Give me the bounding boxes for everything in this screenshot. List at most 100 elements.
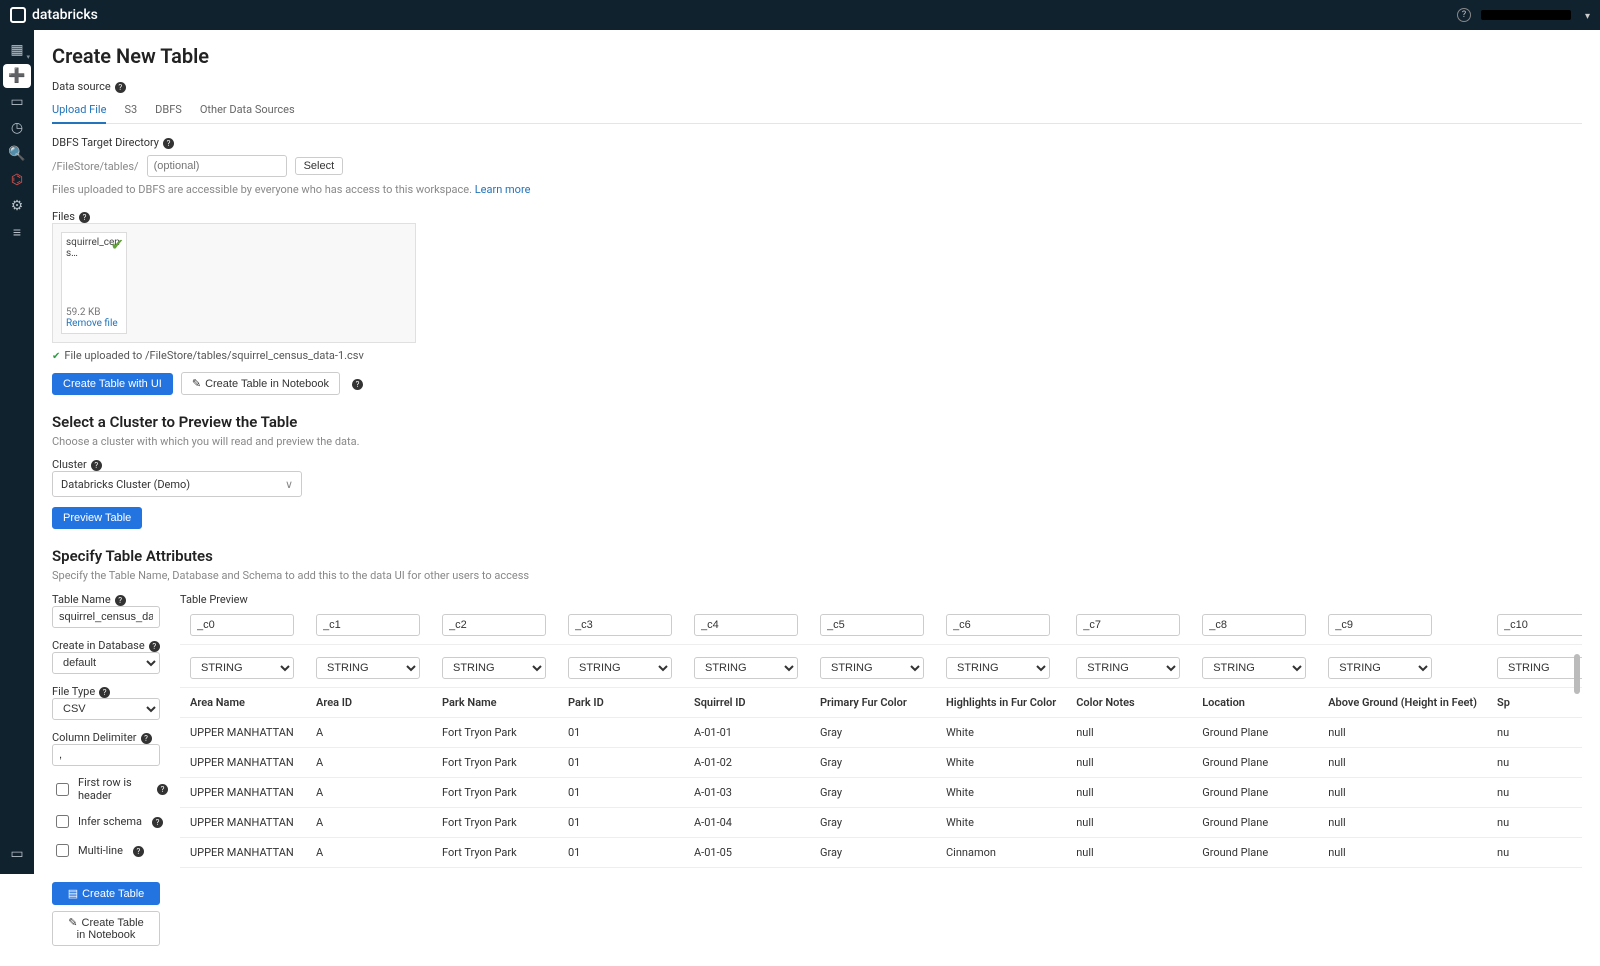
col-id-input[interactable] <box>1497 614 1582 636</box>
rail-item-2[interactable]: ▭ <box>3 90 31 114</box>
table-header: Sp <box>1487 688 1582 718</box>
table-cell: null <box>1318 838 1487 868</box>
tab-dbfs[interactable]: DBFS <box>155 99 182 123</box>
col-id-input[interactable] <box>820 614 924 636</box>
col-type-select[interactable]: STRING <box>946 657 1050 679</box>
table-cell: A <box>306 718 432 748</box>
table-cell: A <box>306 778 432 808</box>
vertical-scrollbar[interactable] <box>1574 654 1580 694</box>
table-cell: A-01-02 <box>684 748 810 778</box>
col-id-input[interactable] <box>442 614 546 636</box>
rail-item-search[interactable]: 🔍 <box>3 142 31 166</box>
help-icon[interactable] <box>87 458 102 471</box>
rail-item-0[interactable]: ▦ <box>3 38 31 62</box>
rail-item-data[interactable]: ⌬ <box>3 168 31 192</box>
table-header: Park Name <box>432 688 558 718</box>
col-type-select[interactable]: STRING <box>1076 657 1180 679</box>
rail-item-bottom[interactable]: ▭ <box>3 842 31 866</box>
tab-s3[interactable]: S3 <box>124 99 137 123</box>
table-cell: UPPER MANHATTAN <box>180 808 306 838</box>
table-row: UPPER MANHATTANAFort Tryon Park01A-01-05… <box>180 838 1582 868</box>
help-icon[interactable]: ? <box>1457 8 1471 22</box>
help-icon[interactable] <box>75 210 90 223</box>
user-menu[interactable] <box>1481 10 1571 20</box>
col-type-select[interactable]: STRING <box>568 657 672 679</box>
col-type-select[interactable]: STRING <box>316 657 420 679</box>
help-icon[interactable] <box>137 731 152 744</box>
db-select[interactable]: default <box>52 652 160 674</box>
table-cell: Gray <box>810 838 936 868</box>
file-type-select[interactable]: CSV <box>52 698 160 720</box>
tab-other[interactable]: Other Data Sources <box>200 99 295 123</box>
col-id-input[interactable] <box>946 614 1050 636</box>
table-cell: Ground Plane <box>1192 838 1318 868</box>
brand[interactable]: databricks <box>10 7 98 23</box>
data-source-tabs: Upload File S3 DBFS Other Data Sources <box>52 99 1582 124</box>
rail-item-compute[interactable]: ⚙ <box>3 194 31 218</box>
table-header: Area Name <box>180 688 306 718</box>
help-icon[interactable] <box>348 377 363 391</box>
cluster-select[interactable]: Databricks Cluster (Demo) <box>52 471 302 497</box>
dbfs-select-button[interactable]: Select <box>295 157 344 175</box>
help-icon[interactable] <box>148 815 163 828</box>
col-type-select[interactable]: STRING <box>190 657 294 679</box>
upload-status: File uploaded to /FileStore/tables/squir… <box>52 349 1582 362</box>
col-id-input[interactable] <box>1328 614 1432 636</box>
table-cell: White <box>936 718 1066 748</box>
help-icon[interactable] <box>95 685 110 698</box>
create-table-notebook-button-2[interactable]: Create Table in Notebook <box>52 911 160 946</box>
help-icon[interactable] <box>159 136 174 149</box>
help-icon[interactable] <box>111 593 126 606</box>
help-icon[interactable] <box>111 80 126 93</box>
col-type-select[interactable]: STRING <box>1328 657 1432 679</box>
table-cell: nu <box>1487 808 1582 838</box>
table-cell: null <box>1066 748 1192 778</box>
table-name-input[interactable] <box>52 606 160 628</box>
remove-file-link[interactable]: Remove file <box>66 318 122 329</box>
dbfs-target-input[interactable] <box>147 155 287 177</box>
col-id-input[interactable] <box>316 614 420 636</box>
help-icon[interactable] <box>129 844 144 857</box>
cluster-value: Databricks Cluster (Demo) <box>61 478 190 491</box>
dbfs-prefix: /FileStore/tables/ <box>52 160 139 173</box>
table-header: Primary Fur Color <box>810 688 936 718</box>
multi-line-checkbox[interactable] <box>56 844 69 857</box>
table-cell: Gray <box>810 748 936 778</box>
user-menu-caret-icon[interactable] <box>1581 8 1590 22</box>
col-id-input[interactable] <box>568 614 672 636</box>
help-icon[interactable] <box>153 783 168 796</box>
main-content: Create New Table Data source Upload File… <box>34 30 1600 966</box>
files-label: Files <box>52 210 1582 223</box>
table-cell: Gray <box>810 718 936 748</box>
table-cell: 01 <box>558 748 684 778</box>
col-type-select[interactable]: STRING <box>694 657 798 679</box>
table-cell: Gray <box>810 778 936 808</box>
col-id-input[interactable] <box>694 614 798 636</box>
file-dropzone[interactable]: ✔ squirrel_cens… 59.2 KB Remove file <box>52 223 416 343</box>
table-cell: A-01-04 <box>684 808 810 838</box>
col-type-select[interactable]: STRING <box>1497 657 1582 679</box>
col-type-select[interactable]: STRING <box>820 657 924 679</box>
rail-item-workflows[interactable]: ≡ <box>3 220 31 244</box>
help-icon[interactable] <box>145 639 160 652</box>
table-cell: A-01-05 <box>684 838 810 868</box>
delim-input[interactable] <box>52 744 160 766</box>
table-cell: A-01-01 <box>684 718 810 748</box>
col-id-input[interactable] <box>1202 614 1306 636</box>
rail-item-create[interactable]: ➕ <box>3 64 31 88</box>
col-id-input[interactable] <box>190 614 294 636</box>
infer-schema-checkbox[interactable] <box>56 815 69 828</box>
col-type-select[interactable]: STRING <box>442 657 546 679</box>
first-row-header-checkbox[interactable] <box>56 783 69 796</box>
tab-upload-file[interactable]: Upload File <box>52 99 106 124</box>
learn-more-link[interactable]: Learn more <box>475 183 531 196</box>
create-table-ui-button[interactable]: Create Table with UI <box>52 373 173 395</box>
rail-item-recents[interactable]: ◷ <box>3 116 31 140</box>
col-type-select[interactable]: STRING <box>1202 657 1306 679</box>
create-table-button[interactable]: Create Table <box>52 882 160 905</box>
create-table-notebook-button[interactable]: Create Table in Notebook <box>181 372 340 395</box>
table-row: UPPER MANHATTANAFort Tryon Park01A-01-03… <box>180 778 1582 808</box>
col-id-input[interactable] <box>1076 614 1180 636</box>
preview-scroll[interactable]: STRING STRING STRING STRING STRING STRING STRI… <box>180 606 1582 868</box>
preview-table-button[interactable]: Preview Table <box>52 507 142 529</box>
